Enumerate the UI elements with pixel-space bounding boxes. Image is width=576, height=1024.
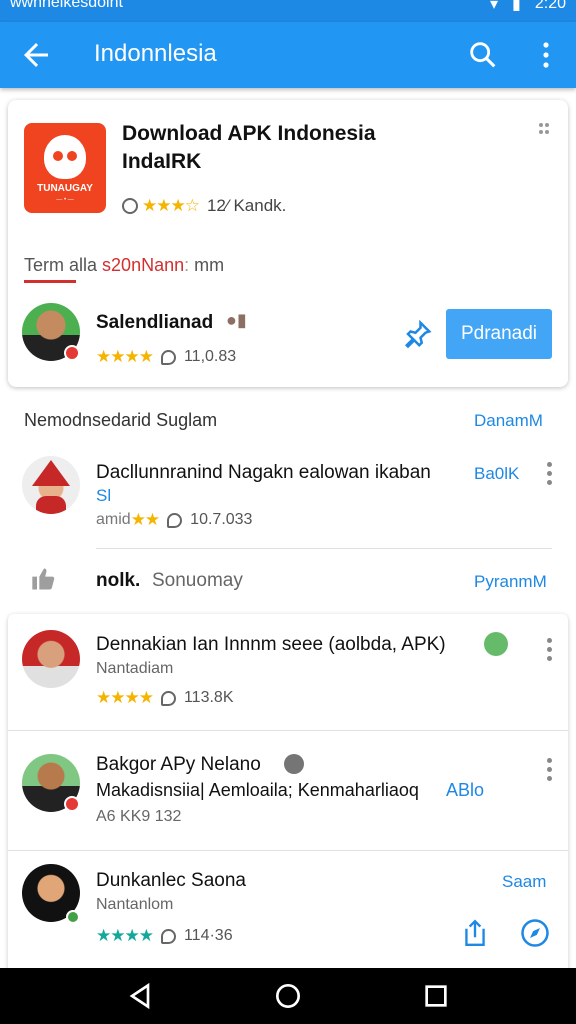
compass-icon[interactable]: [520, 918, 550, 948]
list-item-meta: amid ★★ 10.7.033: [96, 510, 252, 530]
more-vert-icon[interactable]: [545, 638, 553, 664]
list-item-count: 10.7.033: [190, 511, 253, 528]
app-row-count: 114·36: [183, 927, 233, 944]
term-tab[interactable]: Term alla s20nNann: mm: [24, 255, 224, 276]
star-rating-icon: ★★★★: [96, 688, 154, 707]
app-bar: Indonnlesia: [0, 22, 576, 88]
star-rating-icon: ★★★☆: [142, 196, 200, 215]
star-rating-icon: ★★★★: [96, 347, 154, 366]
list-item-title-cont: Sl: [96, 486, 112, 505]
list-item-title: Dacllunnranind Nagakn ealowan ikaban: [96, 462, 431, 483]
featured-rating: ★★★☆ 12⁄ Kandk.: [122, 196, 286, 216]
status-icons: ▾ ▮ 2:20: [490, 0, 566, 14]
app-logo[interactable]: TUNAUGAY — • —: [24, 123, 106, 213]
term-suffix: mm: [194, 255, 225, 275]
comment-icon: [160, 928, 176, 944]
divider: [8, 850, 568, 851]
wifi-icon: ▾: [490, 0, 499, 13]
app-row-sub: Nantadiam: [96, 660, 174, 677]
app-row-sub: Nantanlom: [96, 896, 174, 913]
drag-handle-icon[interactable]: [538, 122, 550, 136]
online-badge-icon: [66, 910, 80, 924]
term-highlight: s20nNann: [102, 255, 185, 275]
verified-badge-icon: [64, 345, 80, 361]
list-item-action[interactable]: PyranmM: [474, 572, 547, 592]
app-row-meta: ★★★★ 114·36: [96, 926, 233, 946]
share-icon[interactable]: [462, 918, 488, 948]
comment-icon: [160, 349, 176, 365]
nav-recents-icon[interactable]: [420, 980, 452, 1012]
list-item-title: nolk.: [96, 570, 141, 591]
search-icon[interactable]: [466, 38, 500, 72]
section-link[interactable]: DanamM: [474, 411, 543, 431]
divider: [8, 730, 568, 731]
section-heading: Nemodnsedarid Suglam: [24, 410, 218, 430]
featured-title: Download APK Indonesia IndaIRK: [122, 120, 502, 176]
info-icon: [284, 754, 304, 774]
app-row-sub: Makadisnsiia| Aemloaila; Kenmaharliaoq: [96, 780, 419, 800]
publisher-meta: ★★★★ 11,0.83: [96, 347, 236, 367]
list-item-avatar[interactable]: [22, 456, 80, 514]
verified-badge-icon: [64, 796, 80, 812]
app-row-action[interactable]: ABlo: [446, 780, 484, 801]
app-row-meta: ★★★★ 113.8K: [96, 688, 234, 708]
featured-title-line2: IndaIRK: [122, 150, 202, 173]
logo-subtext: — • —: [56, 197, 74, 203]
pin-icon[interactable]: [402, 319, 434, 349]
nav-home-icon[interactable]: [272, 980, 304, 1012]
clock-icon: [122, 198, 138, 214]
logo-face-icon: [44, 135, 86, 179]
system-navigation-bar: [0, 968, 576, 1024]
app-row-action[interactable]: Saam: [502, 872, 546, 892]
list-item-sub: amid: [96, 511, 131, 528]
divider: [96, 548, 552, 549]
publisher-count: 11,0.83: [183, 348, 237, 365]
arrow-back-icon[interactable]: [18, 37, 54, 73]
more-vert-icon[interactable]: [545, 462, 553, 488]
app-list-card: Dennakian Ian Innnm seee (aolbda, APK) N…: [8, 614, 568, 974]
list-item-action[interactable]: Ba0lK: [474, 464, 519, 484]
status-time: 2:20: [534, 0, 566, 12]
app-row-title: Bakgor APy Nelano: [96, 754, 261, 775]
app-row-title: Dennakian Ian Innnm seee (aolbda, APK): [96, 634, 446, 655]
comment-icon: [167, 512, 183, 528]
app-row-count: 113.8K: [183, 689, 234, 706]
leaf-icon: [484, 632, 508, 656]
term-label: Term alla: [24, 255, 98, 275]
status-bar: wwnnelkesdoint ▾ ▮ 2:20: [0, 0, 576, 22]
comment-icon: [160, 690, 176, 706]
rating-count: 12⁄ Kandk.: [206, 196, 287, 215]
featured-app-card[interactable]: TUNAUGAY — • — Download APK Indonesia In…: [8, 100, 568, 387]
star-rating-icon: ★★: [130, 510, 161, 529]
more-vert-icon[interactable]: [545, 758, 553, 784]
star-rating-icon: ★★★★: [96, 926, 154, 945]
app-row-count: A6 KK9 132: [96, 808, 182, 825]
page-title: Indonnlesia: [94, 40, 217, 67]
tab-indicator: [24, 280, 76, 283]
thumbs-up-icon[interactable]: [30, 564, 58, 594]
logo-text: TUNAUGAY: [37, 183, 93, 194]
status-notifications: wwnnelkesdoint: [10, 0, 123, 11]
featured-title-line1: Download APK Indonesia: [122, 122, 376, 145]
app-row-avatar[interactable]: [22, 630, 80, 688]
publisher-name: Salendlianad: [96, 312, 214, 333]
emoji-icon: ●▮: [226, 310, 247, 330]
install-button[interactable]: Pdranadi: [446, 309, 552, 359]
nav-back-icon[interactable]: [124, 980, 156, 1012]
list-item-sub: Sonuomay: [152, 570, 243, 591]
battery-icon: ▮: [512, 0, 521, 13]
app-row-title: Dunkanlec Saona: [96, 870, 246, 891]
more-vert-icon[interactable]: [534, 38, 558, 72]
